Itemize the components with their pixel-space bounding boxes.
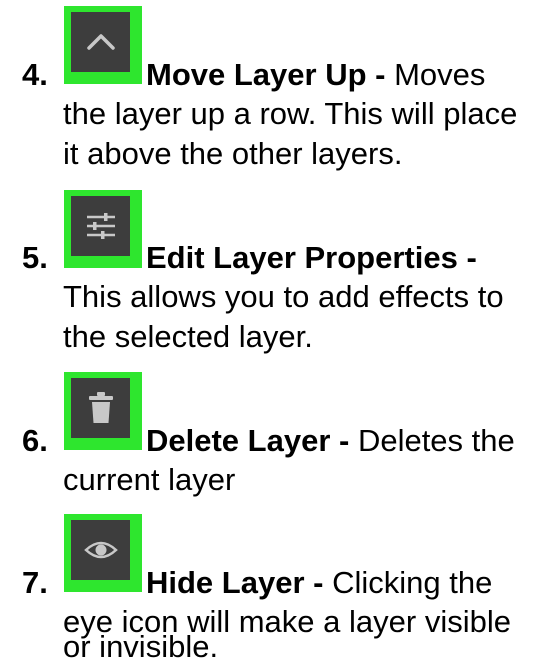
trash-icon [86,391,116,425]
step-title: Move Layer Up - [146,57,386,92]
chevron-up-icon [83,30,119,54]
step-title: Delete Layer - [146,423,350,458]
step-first-line: Delete Layer - Deletes the [146,423,515,459]
step-text-line: or invisible. [63,629,219,664]
step-text: Moves [385,57,486,92]
step-number: 6. [22,423,48,458]
delete-layer-button[interactable] [64,372,142,450]
step-first-line: Move Layer Up - Moves [146,57,485,93]
step-title: Edit Layer Properties - [146,240,477,275]
step-text-line: current layer [63,462,236,497]
step-text: Clicking the [323,565,493,600]
step-first-line: Hide Layer - Clicking the [146,565,492,601]
eye-icon [83,538,118,562]
step-text-line: the layer up a row. This will place [63,96,518,131]
edit-layer-properties-button[interactable] [64,190,142,268]
sliders-icon [84,211,118,241]
step-title: Hide Layer - [146,565,324,600]
step-text-line: the selected layer. [63,319,313,354]
step-first-line: Edit Layer Properties - [146,240,477,276]
step-number: 4. [22,57,48,92]
hide-layer-button[interactable] [64,514,142,592]
step-text-line: it above the other layers. [63,136,403,171]
step-text: Deletes the [349,423,515,458]
move-layer-up-button[interactable] [64,6,142,84]
step-number: 7. [22,565,48,600]
step-number: 5. [22,240,48,275]
step-text-line: This allows you to add effects to [63,279,504,314]
